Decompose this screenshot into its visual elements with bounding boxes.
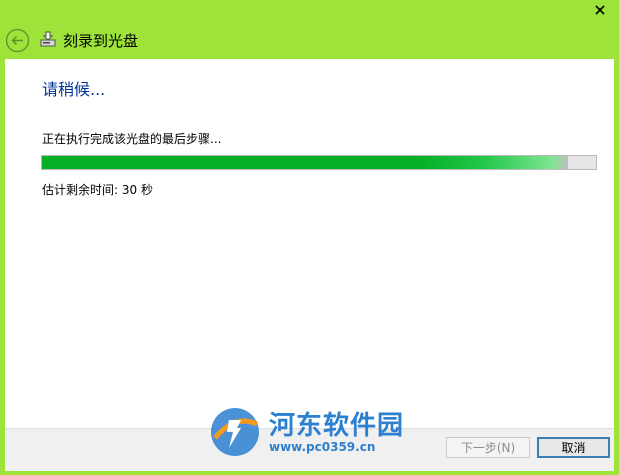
eta-text: 估计剩余时间: 30 秒: [42, 183, 153, 197]
close-icon: [595, 5, 605, 15]
window-close-button[interactable]: [581, 0, 619, 20]
title-bar: 刻录到光盘: [0, 20, 619, 58]
cancel-button[interactable]: 取消: [537, 437, 610, 458]
disc-burner-icon: [40, 31, 56, 47]
hedong-logo-icon: [211, 408, 259, 456]
progress-bar-fill: [42, 156, 569, 169]
content-panel: 请稍候... 正在执行完成该光盘的最后步骤... 估计剩余时间: 30 秒: [5, 59, 614, 428]
status-text: 正在执行完成该光盘的最后步骤...: [42, 132, 222, 146]
page-heading: 请稍候...: [42, 80, 106, 99]
next-button[interactable]: 下一步(N): [446, 437, 530, 458]
progress-bar: [41, 155, 597, 170]
watermark-url: www.pc0359.cn: [269, 440, 376, 454]
back-arrow-icon[interactable]: [5, 28, 30, 53]
watermark-name: 河东软件园: [269, 411, 405, 441]
window-title: 刻录到光盘: [63, 32, 139, 50]
watermark: 河东软件园 www.pc0359.cn: [207, 402, 417, 462]
